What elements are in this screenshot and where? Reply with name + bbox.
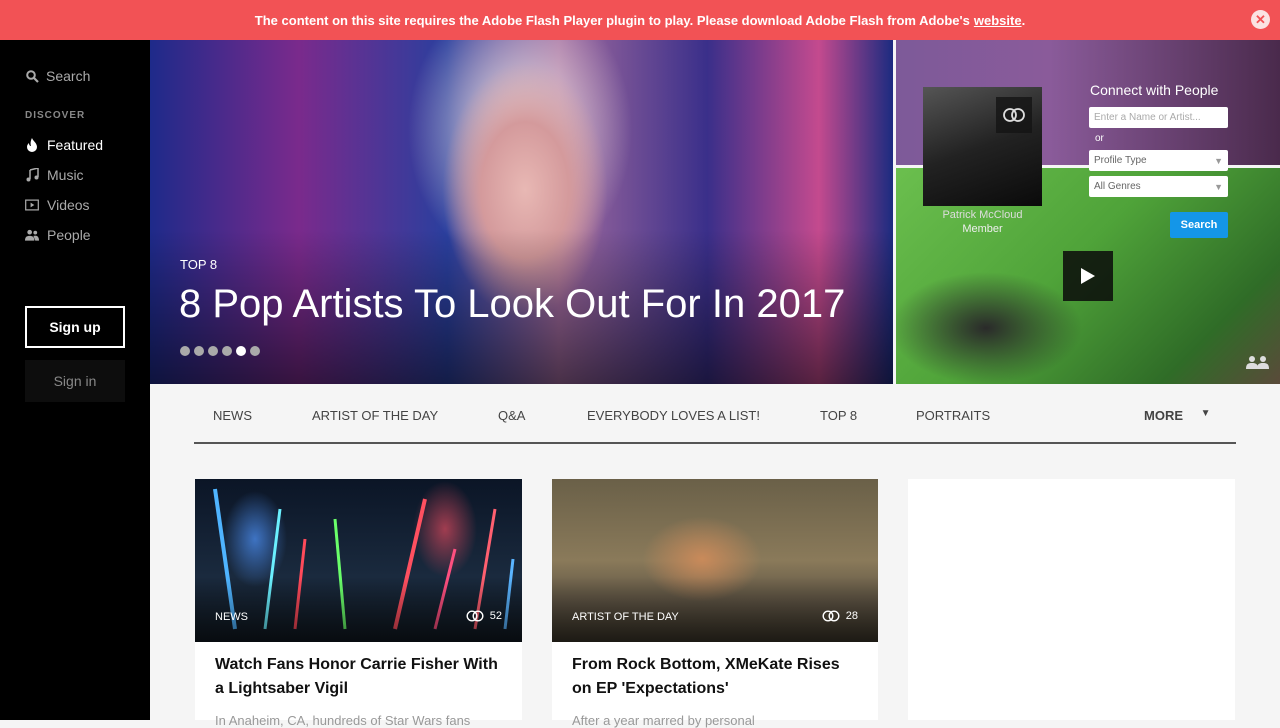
video-icon [25, 198, 39, 212]
article-category: NEWS [215, 611, 248, 623]
slide-dot[interactable] [194, 346, 204, 356]
hero-tag: TOP 8 [180, 257, 218, 272]
search-icon [26, 69, 39, 83]
hero-title[interactable]: 8 Pop Artists To Look Out For In 2017 [179, 282, 845, 327]
article-count-value: 52 [489, 610, 502, 622]
discover-heading: DISCOVER [25, 110, 86, 121]
profile-name[interactable]: Patrick McCloud [923, 209, 1042, 221]
profile-avatar[interactable] [923, 87, 1042, 206]
slide-dot[interactable] [250, 346, 260, 356]
sidebar-search-label: Search [46, 68, 91, 84]
tab-news[interactable]: NEWS [213, 408, 252, 423]
ad-placeholder [908, 479, 1235, 720]
connect-title: Connect with People [1090, 82, 1219, 98]
genre-value: All Genres [1094, 181, 1141, 192]
sidebar-item-videos[interactable]: Videos [25, 197, 90, 213]
tab-top-8[interactable]: TOP 8 [820, 408, 857, 423]
article-count: 28 [822, 610, 858, 622]
profile-role: Member [962, 223, 1003, 235]
banner-message: The content on this site requires the Ad… [254, 12, 970, 28]
rings-icon [466, 610, 484, 622]
sidebar: Search DISCOVER Featured Music Videos Pe… [0, 40, 150, 720]
play-button[interactable] [1063, 251, 1113, 301]
flash-notice-banner: The content on this site requires the Ad… [0, 0, 1280, 40]
article-title[interactable]: Watch Fans Honor Carrie Fisher With a Li… [215, 653, 505, 701]
article-card[interactable]: ARTIST OF THE DAY 28 From Rock Bottom, X… [552, 479, 878, 728]
or-label: or [1095, 133, 1104, 144]
people-icon [1246, 355, 1270, 372]
name-search-placeholder: Enter a Name or Artist... [1094, 112, 1201, 123]
connect-search-button[interactable]: Search [1170, 212, 1228, 238]
banner-trailing: . [1021, 12, 1026, 28]
hero-slideshow[interactable]: TOP 8 8 Pop Artists To Look Out For In 2… [150, 40, 893, 384]
slide-dot-active[interactable] [236, 346, 246, 356]
chevron-down-icon: ▼ [1214, 181, 1223, 192]
slide-dot[interactable] [180, 346, 190, 356]
slide-dots [180, 346, 260, 356]
sidebar-item-people[interactable]: People [25, 227, 91, 243]
flame-icon [25, 138, 39, 152]
more-label: MORE [1144, 408, 1183, 423]
article-excerpt: In Anaheim, CA, hundreds of Star Wars fa… [215, 713, 471, 728]
slide-dot[interactable] [222, 346, 232, 356]
sidebar-item-label: Videos [47, 197, 90, 213]
sidebar-item-label: Music [47, 167, 84, 183]
sidebar-item-label: Featured [47, 137, 104, 153]
tab-more[interactable]: MORE ▼ [1144, 408, 1211, 423]
chevron-down-icon: ▼ [1214, 155, 1223, 166]
people-icon [25, 228, 39, 242]
sidebar-search[interactable]: Search [26, 68, 90, 84]
music-note-icon [25, 168, 39, 182]
tab-qa[interactable]: Q&A [498, 408, 525, 423]
article-title[interactable]: From Rock Bottom, XMeKate Rises on EP 'E… [572, 653, 862, 701]
rings-icon [996, 97, 1032, 133]
profile-type-value: Profile Type [1094, 155, 1147, 166]
article-card[interactable]: NEWS 52 Watch Fans Honor Carrie Fisher W… [195, 479, 522, 728]
play-icon [1081, 268, 1095, 284]
sidebar-item-featured[interactable]: Featured [25, 137, 103, 153]
sidebar-item-label: People [47, 227, 91, 243]
profile-type-select[interactable]: Profile Type ▼ [1089, 150, 1228, 171]
article-count-value: 28 [845, 610, 858, 622]
signup-button[interactable]: Sign up [25, 306, 125, 348]
chevron-down-icon: ▼ [1200, 408, 1211, 419]
rings-icon [822, 610, 840, 622]
website-link[interactable]: website [974, 13, 1022, 28]
genre-select[interactable]: All Genres ▼ [1089, 176, 1228, 197]
tab-portraits[interactable]: PORTRAITS [916, 408, 990, 423]
article-excerpt: After a year marred by personal [572, 713, 755, 728]
category-tabs: NEWS ARTIST OF THE DAY Q&A EVERYBODY LOV… [194, 384, 1236, 444]
name-search-input[interactable]: Enter a Name or Artist... [1089, 107, 1228, 128]
slide-dot[interactable] [208, 346, 218, 356]
tab-everybody-loves-a-list[interactable]: EVERYBODY LOVES A LIST! [587, 408, 760, 423]
tab-artist-of-the-day[interactable]: ARTIST OF THE DAY [312, 408, 438, 423]
signin-button[interactable]: Sign in [25, 360, 125, 402]
article-count: 52 [466, 610, 502, 622]
close-icon[interactable]: ✕ [1251, 10, 1270, 29]
article-category: ARTIST OF THE DAY [572, 611, 679, 623]
sidebar-item-music[interactable]: Music [25, 167, 84, 183]
